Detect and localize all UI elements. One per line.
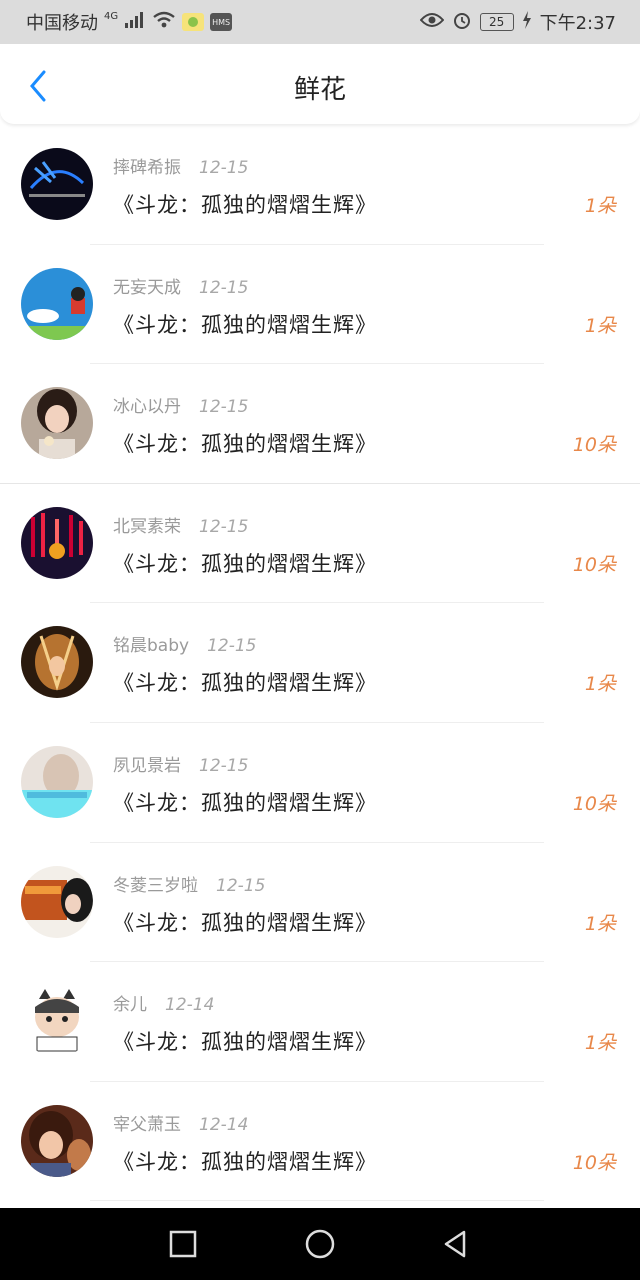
flower-count: 10朵 xyxy=(572,1151,616,1174)
list-item[interactable]: 余儿 12-14 《斗龙：孤独的熠熠生辉》 1朵 xyxy=(0,962,640,1082)
gift-date: 12-15 xyxy=(199,158,249,178)
gift-date: 12-15 xyxy=(199,397,249,418)
sender-name: 宰父萧玉 xyxy=(113,1114,181,1135)
sender-name: 夙见景岩 xyxy=(113,755,181,776)
sender-name: 无妄天成 xyxy=(113,277,181,298)
sender-name: 铭晨baby xyxy=(113,636,190,657)
flower-count: 10朵 xyxy=(572,553,616,576)
avatar[interactable] xyxy=(21,387,93,460)
square-icon xyxy=(169,1230,197,1258)
avatar[interactable] xyxy=(21,1104,93,1177)
triangle-back-icon xyxy=(444,1230,466,1258)
gift-date: 12-15 xyxy=(216,875,266,896)
flower-count: 1朵 xyxy=(584,912,616,935)
sender-name: 冰心以丹 xyxy=(113,397,181,418)
flower-count: 1朵 xyxy=(584,673,616,696)
flower-count: 10朵 xyxy=(572,792,616,815)
list-item[interactable]: 冰心以丹 12-15 《斗龙：孤独的熠熠生辉》 10朵 xyxy=(0,364,640,484)
clock-time: 下午2:37 xyxy=(539,13,616,34)
recent-apps-button[interactable] xyxy=(165,1226,201,1262)
page-title: 鲜花 xyxy=(293,74,346,105)
book-title: 《斗龙：孤独的熠熠生辉》 xyxy=(113,671,377,696)
list-item[interactable]: 铭晨baby 12-15 《斗龙：孤独的熠熠生辉》 1朵 xyxy=(0,603,640,723)
list-item[interactable]: 宰父萧玉 12-14 《斗龙：孤独的熠熠生辉》 10朵 xyxy=(0,1082,640,1202)
wifi-icon xyxy=(152,11,176,34)
flower-count: 1朵 xyxy=(584,1032,616,1055)
list-item[interactable]: 冬菱三岁啦 12-15 《斗龙：孤独的熠熠生辉》 1朵 xyxy=(0,843,640,963)
back-button[interactable] xyxy=(18,66,58,106)
back-nav-button[interactable] xyxy=(437,1226,473,1262)
flower-count: 1朵 xyxy=(584,195,616,217)
alarm-icon xyxy=(452,10,472,35)
notification-app-icon xyxy=(182,13,205,31)
avatar[interactable] xyxy=(21,506,93,579)
divider xyxy=(90,1200,544,1202)
eye-icon xyxy=(419,12,444,33)
avatar[interactable] xyxy=(21,985,93,1058)
book-title: 《斗龙：孤独的熠熠生辉》 xyxy=(113,1149,377,1174)
flower-gift-list: 摔碑希振 12-15 《斗龙：孤独的熠熠生辉》 1朵 无妄天成 12-15 《斗龙：… xyxy=(0,125,640,1202)
book-title: 《斗龙：孤独的熠熠生辉》 xyxy=(113,790,377,815)
sender-name: 余儿 xyxy=(113,995,147,1016)
avatar[interactable] xyxy=(21,626,93,699)
gift-date: 12-15 xyxy=(199,516,249,537)
charging-icon xyxy=(522,10,532,34)
flower-count: 1朵 xyxy=(584,314,616,337)
sender-name: 北冥素荣 xyxy=(113,516,181,537)
book-title: 《斗龙：孤独的熠熠生辉》 xyxy=(113,1030,377,1055)
network-type: 4G xyxy=(104,10,119,22)
status-bar: 中国移动 4G HMS 25 下午2:37 xyxy=(0,0,640,44)
battery-icon: 25 xyxy=(479,13,514,31)
list-item[interactable]: 夙见景岩 12-15 《斗龙：孤独的熠熠生辉》 10朵 xyxy=(0,723,640,843)
book-title: 《斗龙：孤独的熠熠生辉》 xyxy=(113,910,377,935)
avatar[interactable] xyxy=(21,148,93,220)
chevron-left-icon xyxy=(30,70,46,102)
gift-date: 12-14 xyxy=(165,995,215,1016)
flower-count: 10朵 xyxy=(572,434,616,457)
gift-date: 12-14 xyxy=(199,1114,249,1135)
home-button[interactable] xyxy=(302,1226,338,1262)
signal-icon xyxy=(124,11,146,34)
gift-date: 12-15 xyxy=(207,636,257,657)
avatar[interactable] xyxy=(21,865,93,938)
sender-name: 摔碑希振 xyxy=(113,158,181,178)
gift-date: 12-15 xyxy=(199,277,249,298)
list-item[interactable]: 摔碑希振 12-15 《斗龙：孤独的熠熠生辉》 1朵 xyxy=(0,125,640,245)
list-item[interactable]: 北冥素荣 12-15 《斗龙：孤独的熠熠生辉》 10朵 xyxy=(0,484,640,604)
book-title: 《斗龙：孤独的熠熠生辉》 xyxy=(113,551,377,576)
gift-date: 12-15 xyxy=(199,755,249,776)
avatar[interactable] xyxy=(21,267,93,340)
list-item[interactable]: 无妄天成 12-15 《斗龙：孤独的熠熠生辉》 1朵 xyxy=(0,245,640,365)
hms-icon: HMS xyxy=(210,13,233,31)
book-title: 《斗龙：孤独的熠熠生辉》 xyxy=(113,432,377,457)
sender-name: 冬菱三岁啦 xyxy=(113,875,198,896)
app-header: 鲜花 xyxy=(0,44,640,124)
book-title: 《斗龙：孤独的熠熠生辉》 xyxy=(113,193,377,217)
carrier-label: 中国移动 xyxy=(26,13,98,34)
system-nav-bar xyxy=(0,1208,640,1280)
avatar[interactable] xyxy=(21,745,93,818)
book-title: 《斗龙：孤独的熠熠生辉》 xyxy=(113,312,377,337)
circle-icon xyxy=(305,1229,335,1259)
